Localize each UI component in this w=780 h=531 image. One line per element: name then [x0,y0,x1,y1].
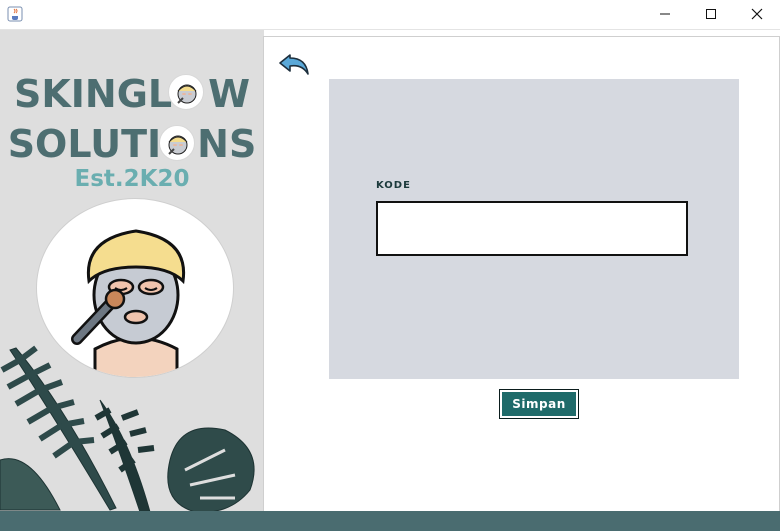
save-button-label: Simpan [502,392,576,416]
close-icon [751,8,763,20]
minimize-icon [660,13,670,15]
maximize-icon [706,9,716,19]
brand-title-line1: SKINGL W [0,72,264,118]
window-titlebar [0,0,780,30]
brand-title-line2: SOLUTI NS [0,122,264,168]
java-cup-icon [7,6,23,22]
face-mask-logo-icon [168,74,204,110]
face-mask-logo-icon [159,125,195,161]
brand-title-part: W [208,72,251,116]
close-button[interactable] [734,0,780,28]
brand-established: Est.2K20 [74,166,190,192]
brand-title-part: NS [197,122,257,166]
back-button[interactable] [278,52,312,78]
brand-panel: SKINGL W SOLUTI NS Est.2K20 [0,30,264,512]
brand-title-part: SOLUTI [7,122,162,166]
kode-input[interactable] [376,201,688,256]
undo-arrow-icon [279,54,309,75]
brand-title-part: SKINGL [13,72,173,116]
minimize-button[interactable] [642,0,688,28]
save-button[interactable]: Simpan [499,389,579,419]
tropical-leaves-decoration [0,345,255,512]
kode-label: KODE [376,180,411,191]
maximize-button[interactable] [688,0,734,28]
bottom-bar [0,511,780,531]
